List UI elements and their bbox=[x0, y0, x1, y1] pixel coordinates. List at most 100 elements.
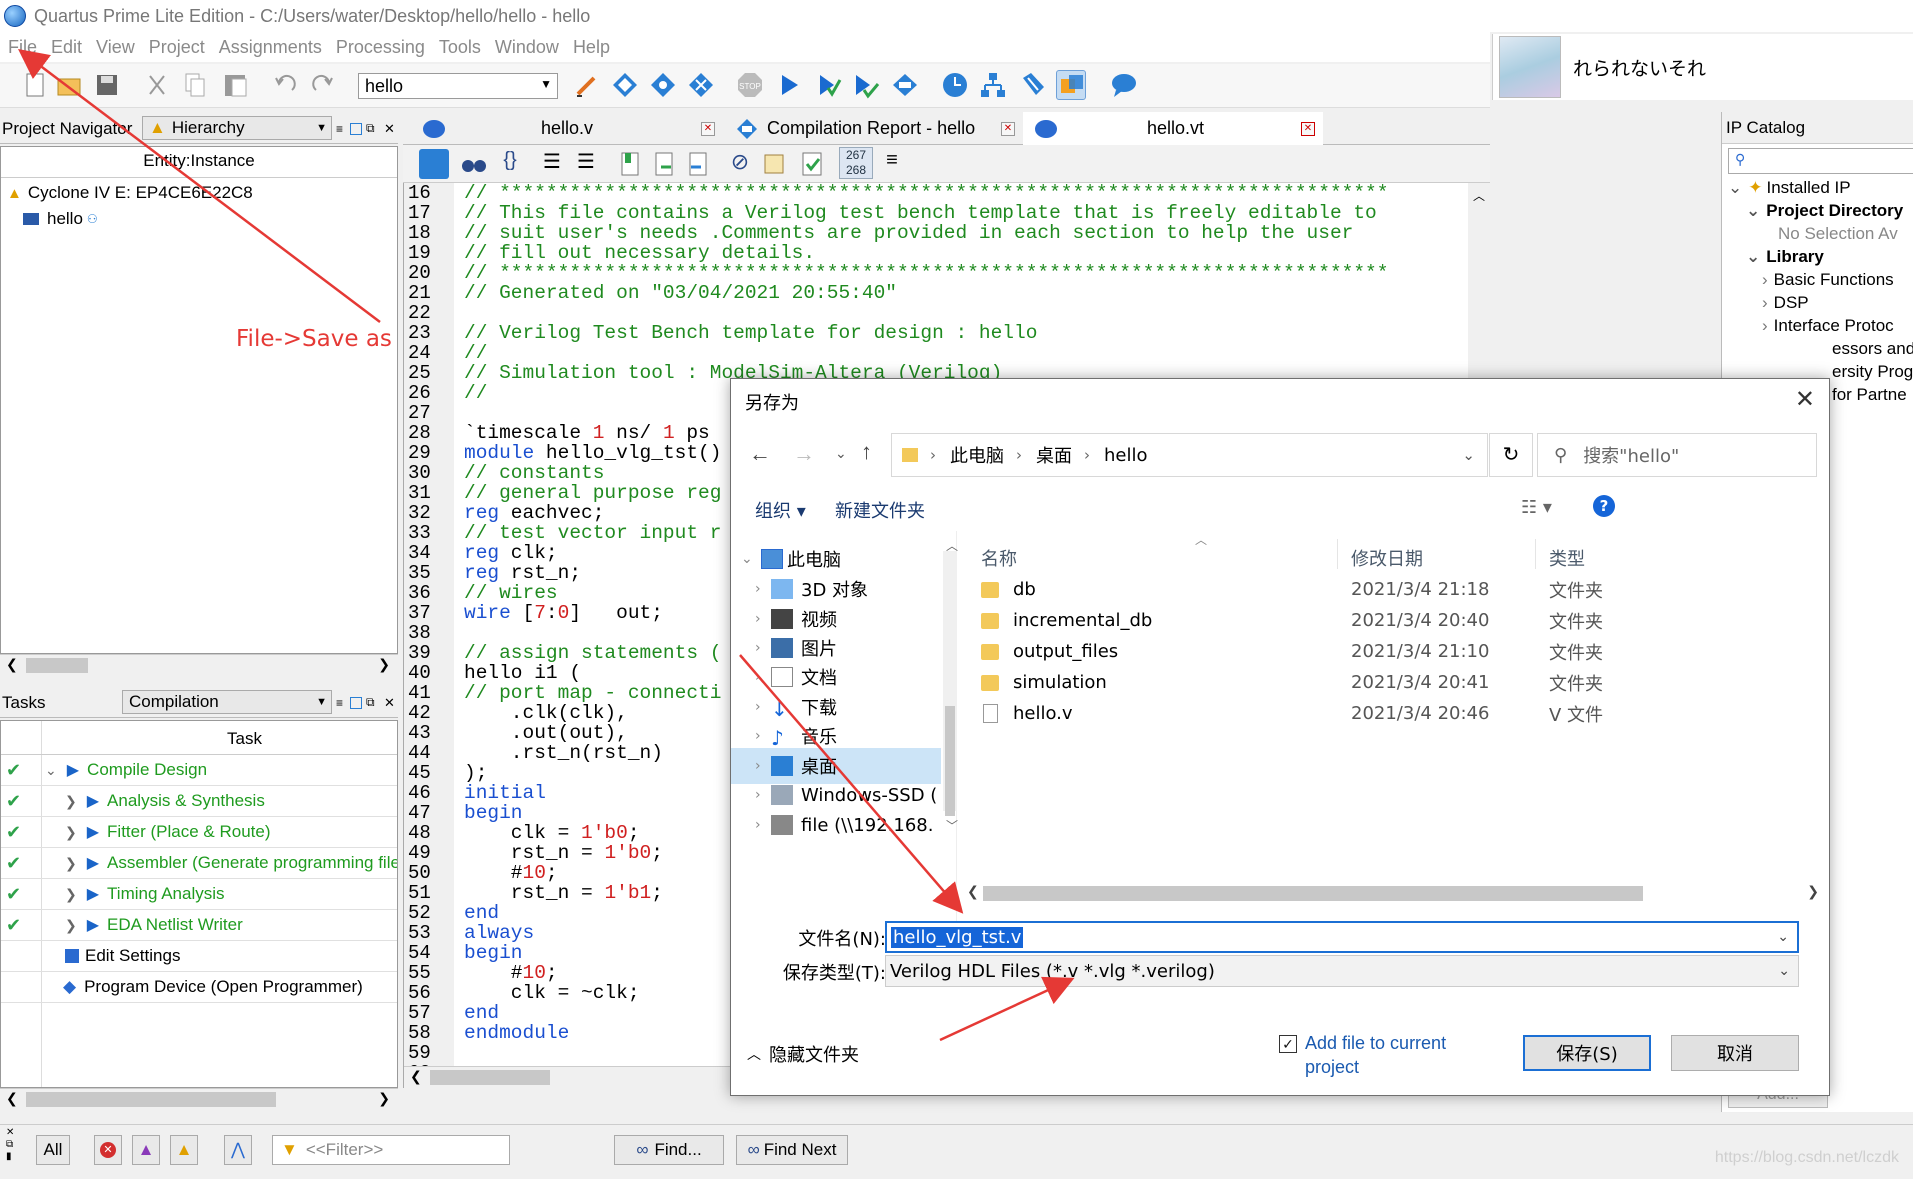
device-row[interactable]: ▲ Cyclone IV E: EP4CE6E22C8 bbox=[7, 183, 253, 203]
filetype-select[interactable]: Verilog HDL Files (*.v *.vlg *.verilog) … bbox=[885, 955, 1799, 987]
new-folder-button[interactable]: 新建文件夹 bbox=[835, 497, 925, 523]
warning-filter-icon[interactable]: ▲ bbox=[170, 1135, 198, 1165]
ip-catalog-icon[interactable] bbox=[1056, 70, 1086, 100]
menu-processing[interactable]: Processing bbox=[336, 37, 425, 58]
programmer-icon[interactable] bbox=[1018, 70, 1048, 100]
close-icon[interactable]: ✕ bbox=[701, 121, 715, 136]
scroll-thumb[interactable] bbox=[430, 1070, 550, 1085]
code-line[interactable]: // Generated on "03/04/2021 20:55:40" bbox=[464, 283, 1388, 303]
menu-help[interactable]: Help bbox=[573, 37, 610, 58]
next-bookmark-icon[interactable] bbox=[649, 149, 679, 179]
message-filter-input[interactable]: ▼ <<Filter>> bbox=[272, 1135, 510, 1165]
panel-close-icon[interactable]: ✕ bbox=[384, 695, 395, 711]
play-icon[interactable]: ▶ bbox=[87, 915, 99, 935]
breadcrumb-item[interactable]: hello bbox=[1104, 445, 1148, 466]
paste-icon[interactable] bbox=[220, 70, 250, 100]
scroll-left-icon[interactable]: ❮ bbox=[410, 1068, 422, 1085]
settings-icon[interactable] bbox=[65, 949, 79, 963]
unindent-icon[interactable]: ☰ bbox=[571, 149, 601, 179]
filter-all-button[interactable]: All bbox=[36, 1135, 70, 1165]
error-filter-icon[interactable]: ✕ bbox=[94, 1135, 122, 1165]
chevron-right-icon[interactable]: ❯ bbox=[65, 793, 77, 810]
filelist-hscrollbar[interactable]: ❮ ❯ bbox=[959, 883, 1821, 905]
panel-restore-icon[interactable]: ⧉ bbox=[366, 695, 375, 710]
up-arrow-icon[interactable]: ↑ bbox=[861, 439, 872, 465]
hide-folders-toggle[interactable]: ︿ 隐藏文件夹 bbox=[747, 1041, 859, 1067]
file-row[interactable]: incremental_db 2021/3/4 20:40 文件夹 bbox=[963, 605, 1813, 636]
menu-assignments[interactable]: Assignments bbox=[219, 37, 322, 58]
open-file-icon[interactable] bbox=[54, 70, 84, 100]
breadcrumb-item[interactable]: 此电脑 bbox=[950, 442, 1004, 468]
braces-icon[interactable]: {} bbox=[495, 149, 525, 179]
flow-combo[interactable]: Compilation ▼ bbox=[122, 690, 332, 714]
code-line[interactable]: // bbox=[464, 343, 1388, 363]
navigator-hscrollbar[interactable]: ❮ ❯ bbox=[0, 654, 398, 676]
save-icon[interactable] bbox=[92, 70, 122, 100]
scroll-right-icon[interactable]: ❯ bbox=[378, 656, 390, 673]
close-icon[interactable]: ✕ bbox=[1795, 385, 1815, 414]
ip-tree-item[interactable]: ⌄ ✦ Installed IP bbox=[1728, 178, 1851, 198]
stop-icon[interactable]: STOP bbox=[735, 70, 765, 100]
find-binoculars-icon[interactable] bbox=[459, 149, 489, 179]
tab-hello-v[interactable]: hello.v ✕ bbox=[403, 112, 723, 145]
project-combo[interactable]: hello ▼ bbox=[358, 73, 558, 99]
chevron-down-icon[interactable]: ⌄ bbox=[1462, 446, 1475, 464]
programmer-icon[interactable]: ◆ bbox=[63, 977, 76, 997]
filename-input[interactable]: hello_vlg_tst.v ⌄ bbox=[885, 921, 1799, 953]
ip-search-input[interactable]: ⚲ bbox=[1728, 148, 1913, 174]
code-line[interactable]: // *************************************… bbox=[464, 183, 1388, 203]
breadcrumb-item[interactable]: 桌面 bbox=[1036, 442, 1072, 468]
file-row[interactable]: db 2021/3/4 21:18 文件夹 bbox=[963, 574, 1813, 605]
task-row[interactable]: ◆ Program Device (Open Programmer) bbox=[1, 972, 397, 1003]
suppressed-filter-icon[interactable]: ⋀ bbox=[224, 1135, 252, 1165]
scroll-right-icon[interactable]: ❯ bbox=[378, 1090, 390, 1107]
scroll-thumb[interactable] bbox=[945, 706, 955, 816]
file-row[interactable]: output_files 2021/3/4 21:10 文件夹 bbox=[963, 636, 1813, 667]
insert-template-icon[interactable] bbox=[797, 149, 827, 179]
task-row[interactable]: ✔ ❯ ▶ EDA Netlist Writer bbox=[1, 910, 397, 941]
chevron-right-icon[interactable]: ❯ bbox=[65, 917, 77, 934]
task-row[interactable]: ✔ ❯ ▶ Analysis & Synthesis bbox=[1, 786, 397, 817]
chevron-down-icon[interactable]: ⌄ bbox=[45, 762, 57, 779]
menu-tools[interactable]: Tools bbox=[439, 37, 481, 58]
cancel-button[interactable]: 取消 bbox=[1671, 1035, 1799, 1071]
play-icon[interactable]: ▶ bbox=[87, 791, 99, 811]
recent-locations-icon[interactable]: ⌄ bbox=[835, 445, 847, 462]
nav-vscrollbar[interactable] bbox=[943, 551, 957, 816]
close-icon[interactable]: ✕ bbox=[1301, 121, 1315, 136]
scroll-down-icon[interactable]: ﹀ bbox=[946, 817, 958, 834]
file-row[interactable]: simulation 2021/3/4 20:41 文件夹 bbox=[963, 667, 1813, 698]
scroll-right-icon[interactable]: ❯ bbox=[1807, 884, 1819, 900]
chevron-right-icon[interactable]: ❯ bbox=[65, 886, 77, 903]
refresh-button[interactable]: ↻ bbox=[1489, 433, 1533, 477]
menu-project[interactable]: Project bbox=[149, 37, 205, 58]
attach-icon[interactable]: ⊘ bbox=[725, 149, 755, 179]
netlist-viewer-icon[interactable] bbox=[978, 70, 1008, 100]
task-row[interactable]: ✔ ❯ ▶ Timing Analysis bbox=[1, 879, 397, 910]
pin-planner-icon[interactable] bbox=[648, 70, 678, 100]
code-line[interactable]: // This file contains a Verilog test ben… bbox=[464, 203, 1388, 223]
bookmark-icon[interactable] bbox=[615, 149, 645, 179]
template-scroll-icon[interactable] bbox=[759, 149, 789, 179]
column-name[interactable]: 名称 bbox=[981, 545, 1017, 571]
line-counter[interactable]: 267 268 bbox=[839, 147, 873, 179]
panel-float-icon[interactable] bbox=[350, 696, 362, 709]
tab-hello-vt[interactable]: hello.vt ✕ bbox=[1023, 112, 1323, 145]
menu-view[interactable]: View bbox=[96, 37, 135, 58]
edit-pencil-icon[interactable] bbox=[572, 70, 602, 100]
nav-item-network-drive[interactable]: › file (\\192.168. bbox=[731, 807, 941, 843]
checkbox-checked-icon[interactable]: ✓ bbox=[1279, 1035, 1297, 1053]
code-line[interactable]: // fill out necessary details. bbox=[464, 243, 1388, 263]
menu-edit[interactable]: Edit bbox=[51, 37, 82, 58]
ip-tree-item[interactable]: ⌄ Library bbox=[1746, 247, 1824, 267]
chevron-down-icon[interactable]: ⌄ bbox=[1778, 963, 1790, 979]
help-icon[interactable]: ? bbox=[1593, 495, 1615, 517]
code-line[interactable] bbox=[464, 303, 1388, 323]
back-arrow-icon[interactable]: ← bbox=[749, 441, 771, 467]
fitter-icon[interactable] bbox=[850, 70, 880, 100]
panel-restore-icon[interactable]: ⧉ bbox=[366, 121, 375, 136]
task-row[interactable]: ✔ ⌄ ▶ Compile Design bbox=[1, 755, 397, 786]
ip-tree-item[interactable]: › Basic Functions bbox=[1762, 270, 1894, 290]
entity-row[interactable]: hello ⚇ bbox=[23, 209, 98, 229]
menu-window[interactable]: Window bbox=[495, 37, 559, 58]
